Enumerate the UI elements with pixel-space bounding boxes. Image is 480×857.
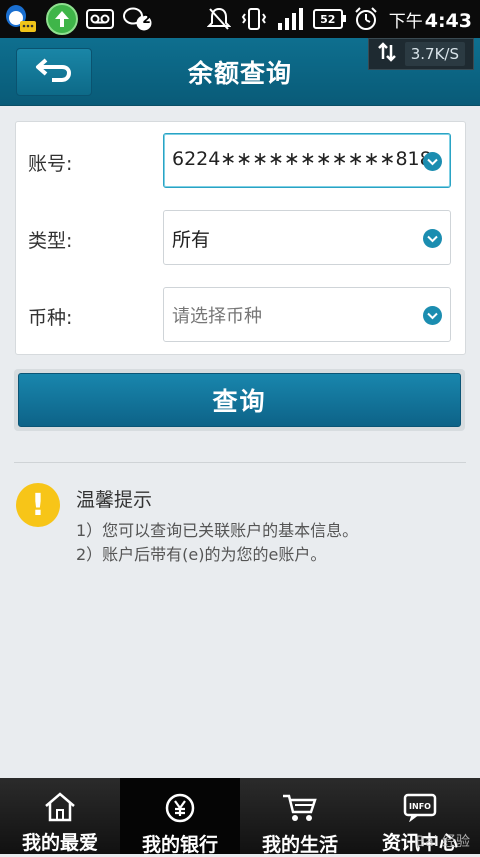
nav-my-bank[interactable]: 我的银行: [120, 778, 240, 856]
query-button-frame: 查询: [14, 369, 465, 431]
clock-time: 4:43: [424, 9, 472, 32]
nav-label: 我的银行: [141, 834, 218, 856]
alarm-off-icon: [206, 6, 231, 32]
tip-line-2: 2）账户后带有(e)的为您的e账户。: [76, 545, 327, 564]
vibrate-icon: [241, 6, 267, 32]
alarm-clock-icon: [353, 6, 379, 32]
upload-arrow-icon: [46, 3, 78, 35]
warning-icon: !: [16, 483, 60, 527]
info-icon: INFO: [402, 792, 438, 822]
type-select[interactable]: 所有: [163, 210, 451, 265]
type-label: 类型:: [28, 230, 73, 252]
chevron-down-icon: [423, 229, 442, 248]
divider: [14, 462, 466, 463]
tips-title: 温馨提示: [76, 489, 153, 511]
nav-favorites[interactable]: 我的最爱: [0, 778, 120, 854]
voicemail-icon: [86, 6, 114, 32]
cart-icon: [281, 792, 319, 824]
currency-select[interactable]: 请选择币种: [163, 287, 451, 342]
app-header: 余额查询 3.7K/S: [0, 38, 480, 106]
notification-badge: 2: [142, 12, 151, 26]
battery-icon: 52: [312, 9, 346, 29]
wechat-icon: 2: [122, 6, 152, 32]
query-form: 账号: 6224∗∗∗∗∗∗∗∗∗∗∗818 类型: 所有 币种: 请选择币种: [15, 121, 466, 355]
type-value: 所有: [172, 229, 211, 251]
signal-icon: [277, 6, 303, 32]
bottom-navigation: 我的最爱 我的银行 我的生活 INFO 资讯中心 Bai 经验: [0, 778, 480, 856]
svg-text:INFO: INFO: [409, 802, 431, 811]
clock: 下午 4:43: [389, 7, 472, 32]
yuan-icon: [164, 792, 196, 824]
watermark: Bai 经验: [415, 834, 470, 850]
home-icon: [43, 792, 77, 822]
chevron-down-icon: [423, 152, 442, 171]
account-select[interactable]: 6224∗∗∗∗∗∗∗∗∗∗∗818: [163, 133, 451, 188]
currency-placeholder: 请选择币种: [172, 306, 262, 327]
account-value: 6224∗∗∗∗∗∗∗∗∗∗∗818: [172, 148, 432, 170]
chevron-down-icon: [423, 306, 442, 325]
nav-label: 我的最爱: [21, 832, 98, 854]
currency-label: 币种:: [28, 307, 73, 329]
clock-period: 下午: [388, 11, 423, 32]
query-button[interactable]: 查询: [18, 373, 461, 427]
nav-my-life[interactable]: 我的生活: [240, 778, 360, 856]
nav-label: 我的生活: [261, 834, 338, 856]
account-label: 账号:: [28, 153, 73, 175]
transfer-arrows-icon: [377, 42, 397, 66]
tip-line-1: 1）您可以查询已关联账户的基本信息。: [76, 521, 359, 540]
qq-icon: [2, 5, 38, 32]
network-speed-indicator: 3.7K/S: [367, 38, 474, 70]
network-speed-value: 3.7K/S: [404, 42, 465, 66]
status-bar: 2 52 下午 4:43: [0, 0, 480, 38]
